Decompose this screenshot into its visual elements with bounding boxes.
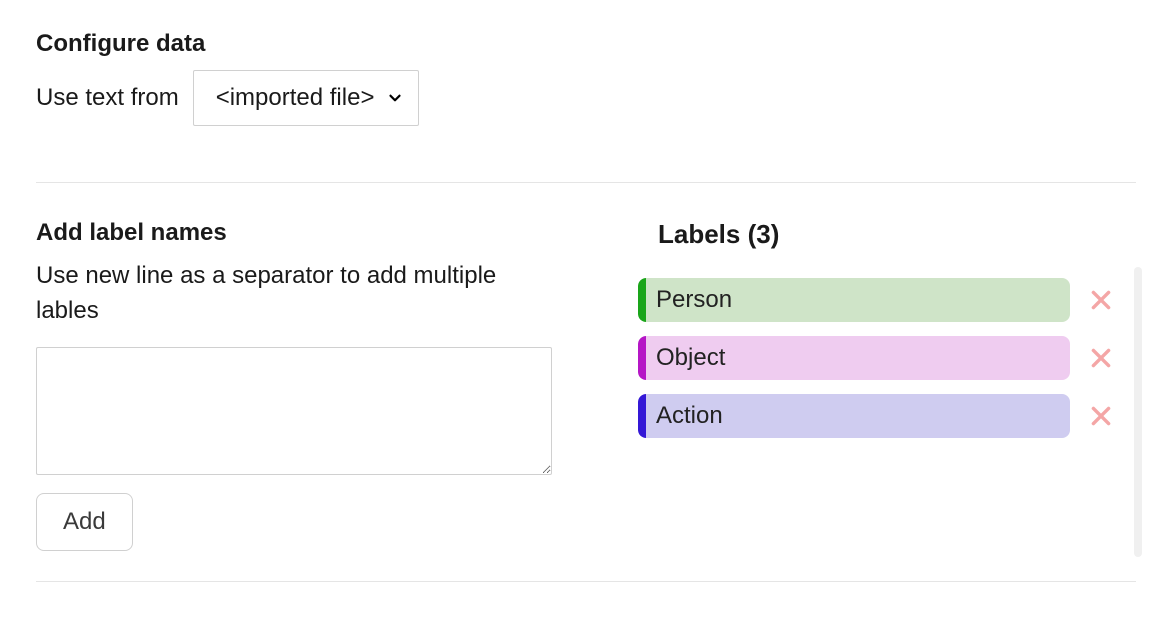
remove-label-icon[interactable] <box>1086 343 1116 373</box>
label-chip[interactable]: Action <box>638 394 1070 438</box>
add-labels-title: Add label names <box>36 219 626 247</box>
configure-data-title: Configure data <box>36 30 1136 58</box>
label-chip[interactable]: Object <box>638 336 1070 380</box>
label-accent <box>638 394 646 438</box>
label-row: Action <box>638 394 1116 438</box>
label-row: Object <box>638 336 1116 380</box>
label-accent <box>638 336 646 380</box>
add-labels-section: Add label names Use new line as a separa… <box>36 219 626 551</box>
label-name: Person <box>656 286 732 314</box>
chevron-down-icon <box>386 89 404 107</box>
label-name: Action <box>656 402 723 430</box>
labels-count: 3 <box>756 219 770 249</box>
scrollbar-track[interactable] <box>1134 267 1142 557</box>
text-source-select[interactable]: <imported file> <box>193 70 420 126</box>
remove-label-icon[interactable] <box>1086 401 1116 431</box>
label-chip[interactable]: Person <box>638 278 1070 322</box>
add-button[interactable]: Add <box>36 493 133 551</box>
labels-list-section: Labels (3) Person Object Action <box>626 219 1136 452</box>
labels-container: Person Object Action <box>638 278 1116 438</box>
labels-heading-prefix: Labels <box>658 219 740 249</box>
labels-heading: Labels (3) <box>658 219 1116 250</box>
configure-data-section: Configure data Use text from <imported f… <box>36 30 1136 126</box>
label-name: Object <box>656 344 725 372</box>
label-accent <box>638 278 646 322</box>
labels-textarea[interactable] <box>36 347 552 475</box>
divider <box>36 581 1136 582</box>
divider <box>36 182 1136 183</box>
label-row: Person <box>638 278 1116 322</box>
text-source-selected-value: <imported file> <box>216 84 375 112</box>
add-labels-description: Use new line as a separator to add multi… <box>36 259 556 329</box>
use-text-from-label: Use text from <box>36 84 179 112</box>
remove-label-icon[interactable] <box>1086 285 1116 315</box>
